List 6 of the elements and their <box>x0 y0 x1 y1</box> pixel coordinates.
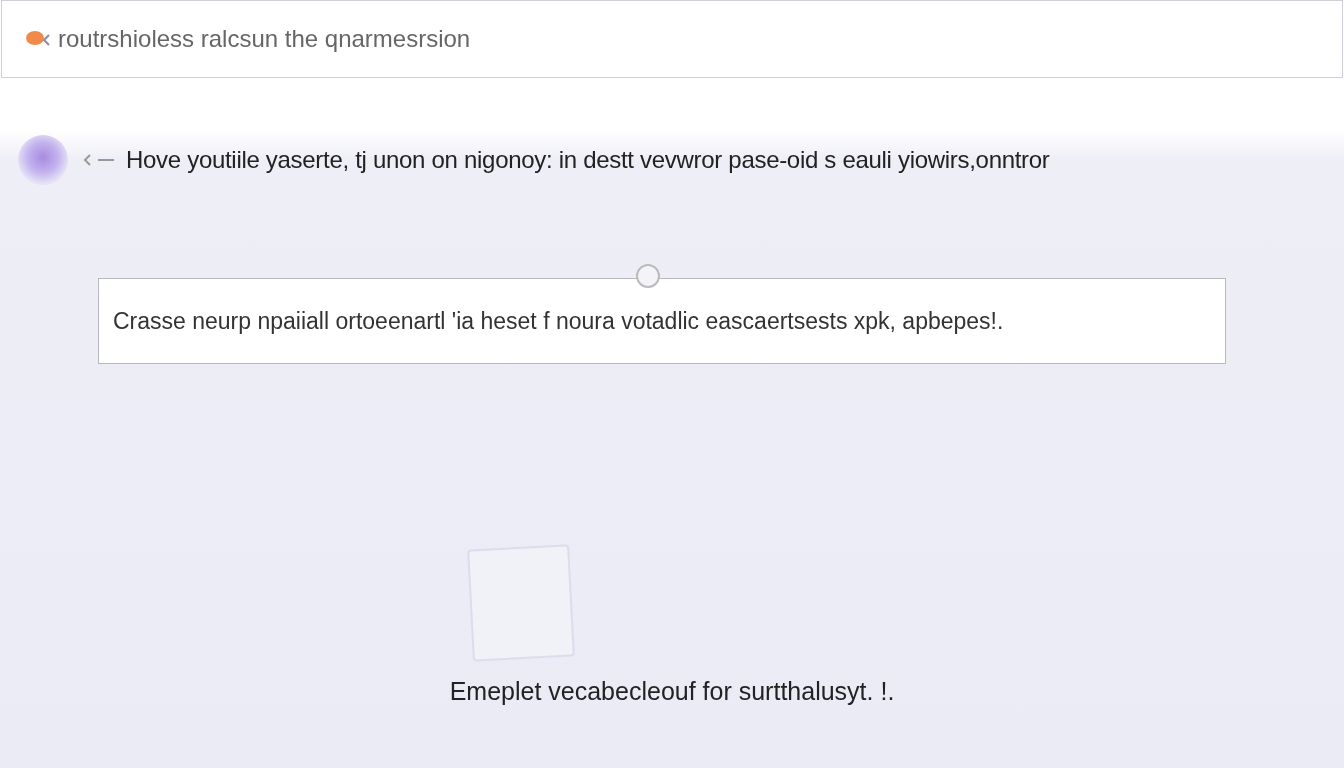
answer-field[interactable]: Crasse neurp npaiiall ortoeenartl 'ia heset f noura votadlic eascaertsests xpk, apbepes!. <box>98 278 1226 364</box>
search-field[interactable]: routrshioless ralcsun the qnarmesrsion <box>1 0 1343 78</box>
question-text: Hove youtiile yaserte, tj unon on nigonoy: in destt vevwror pase-oid s eauli yiowirs,onntror <box>126 146 1050 174</box>
back-icon[interactable] <box>82 153 116 167</box>
avatar <box>18 135 68 185</box>
footer-text: Emeplet vecabecleouf for surtthalusyt. !. <box>448 676 896 707</box>
